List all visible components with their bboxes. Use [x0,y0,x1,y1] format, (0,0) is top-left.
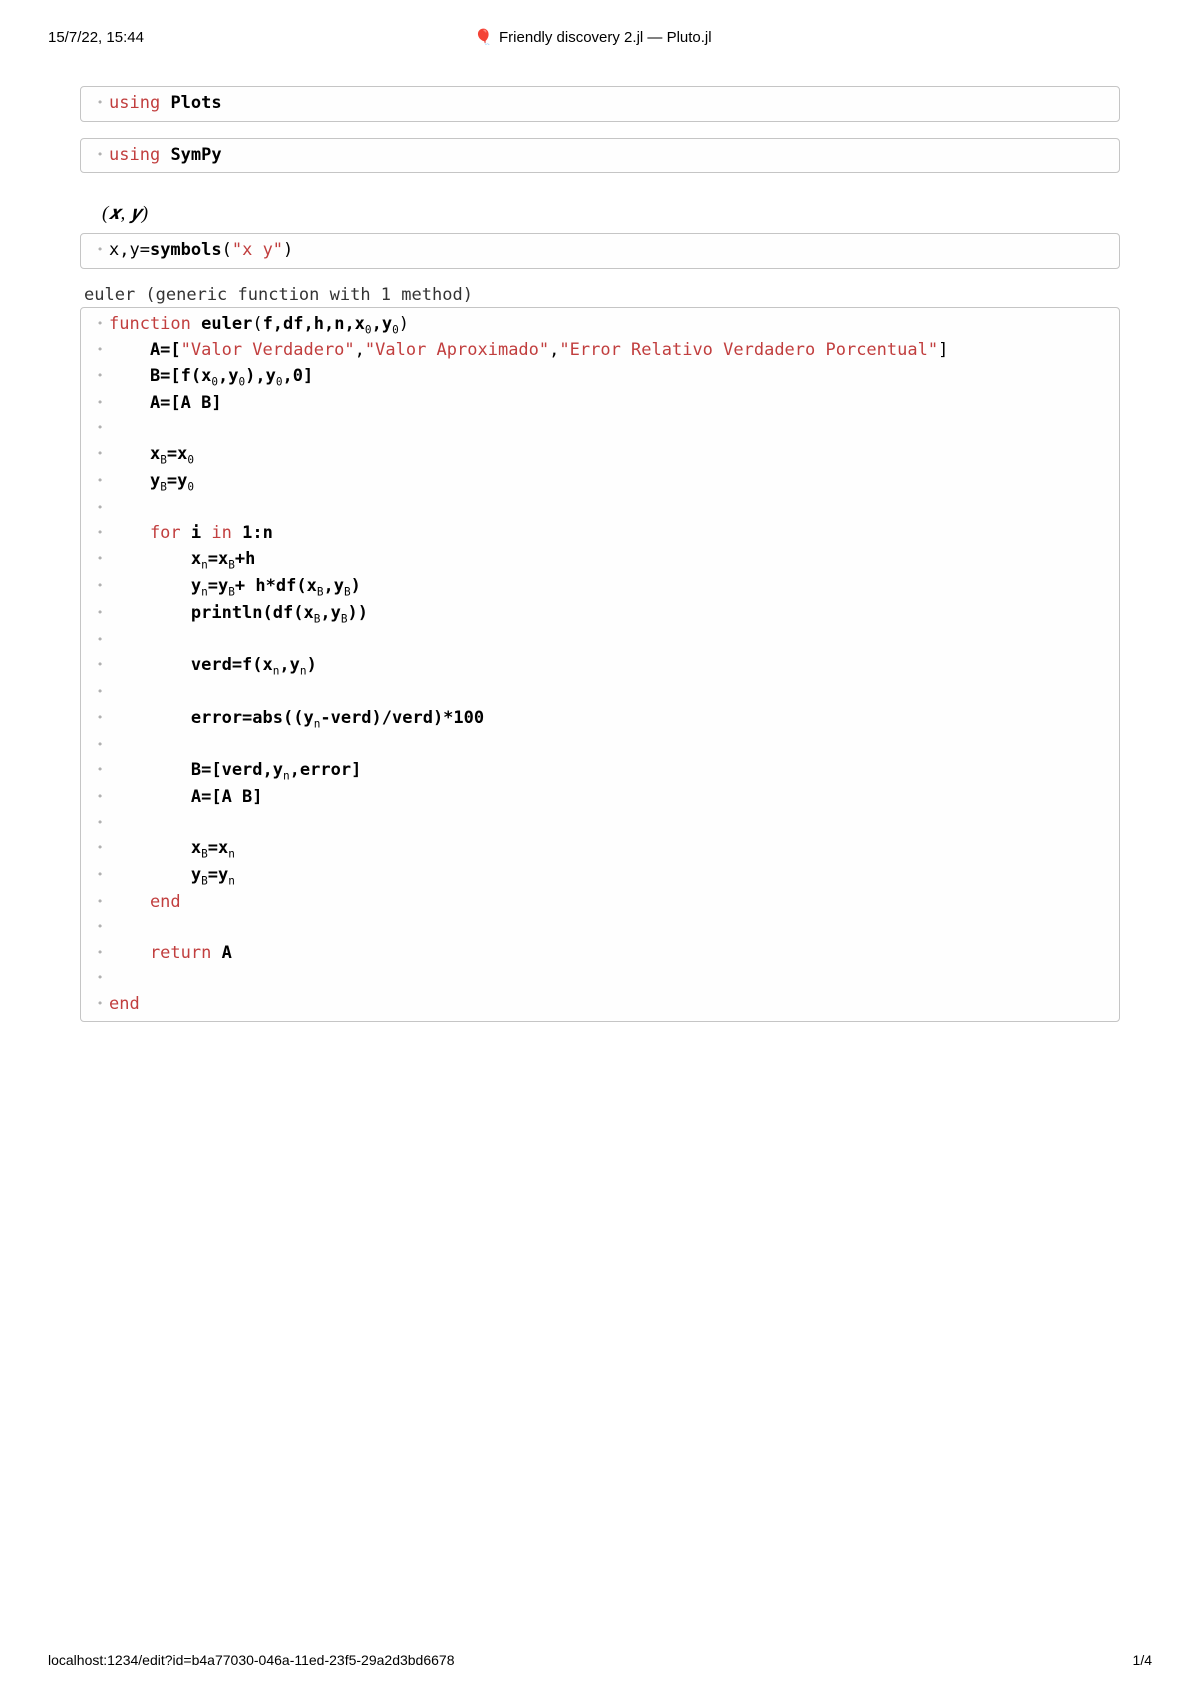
footer-url: localhost:1234/edit?id=b4a77030-046a-11e… [48,1652,454,1668]
timestamp: 15/7/22, 15:44 [48,29,144,46]
keyword: using [109,145,160,165]
line-marker-icon: • [91,143,109,164]
page-title: 🎈 Friendly discovery 2.jl — Pluto.jl [474,28,711,46]
page-header: 15/7/22, 15:44 🎈 Friendly discovery 2.jl… [0,0,1200,56]
output-euler: euler (generic function with 1 method) [80,285,1120,307]
code-line: • x,y=symbols("x y") [91,238,1109,264]
cell-using-plots[interactable]: • using Plots [80,86,1120,122]
code-line: • using Plots [91,91,1109,117]
cell-euler-function[interactable]: •function euler(f,df,h,n,x0,y0) • A=["Va… [80,307,1120,1023]
cell-symbols[interactable]: • x,y=symbols("x y") [80,233,1120,269]
cell-using-sympy[interactable]: • using SymPy [80,138,1120,174]
line-marker-icon: • [91,91,109,112]
package-name: SymPy [170,145,221,165]
output-symbols: (𝒙, 𝒚) [80,189,1120,233]
pluto-icon: 🎈 [474,28,493,46]
page-footer: localhost:1234/edit?id=b4a77030-046a-11e… [48,1652,1152,1668]
line-marker-icon: • [91,238,109,259]
page-number: 1/4 [1133,1652,1152,1668]
title-text: Friendly discovery 2.jl — Pluto.jl [499,29,712,46]
package-name: Plots [170,93,221,113]
keyword: using [109,93,160,113]
notebook-content: • using Plots • using SymPy (𝒙, 𝒚) • x,y… [0,56,1200,1022]
code-line: • using SymPy [91,143,1109,169]
